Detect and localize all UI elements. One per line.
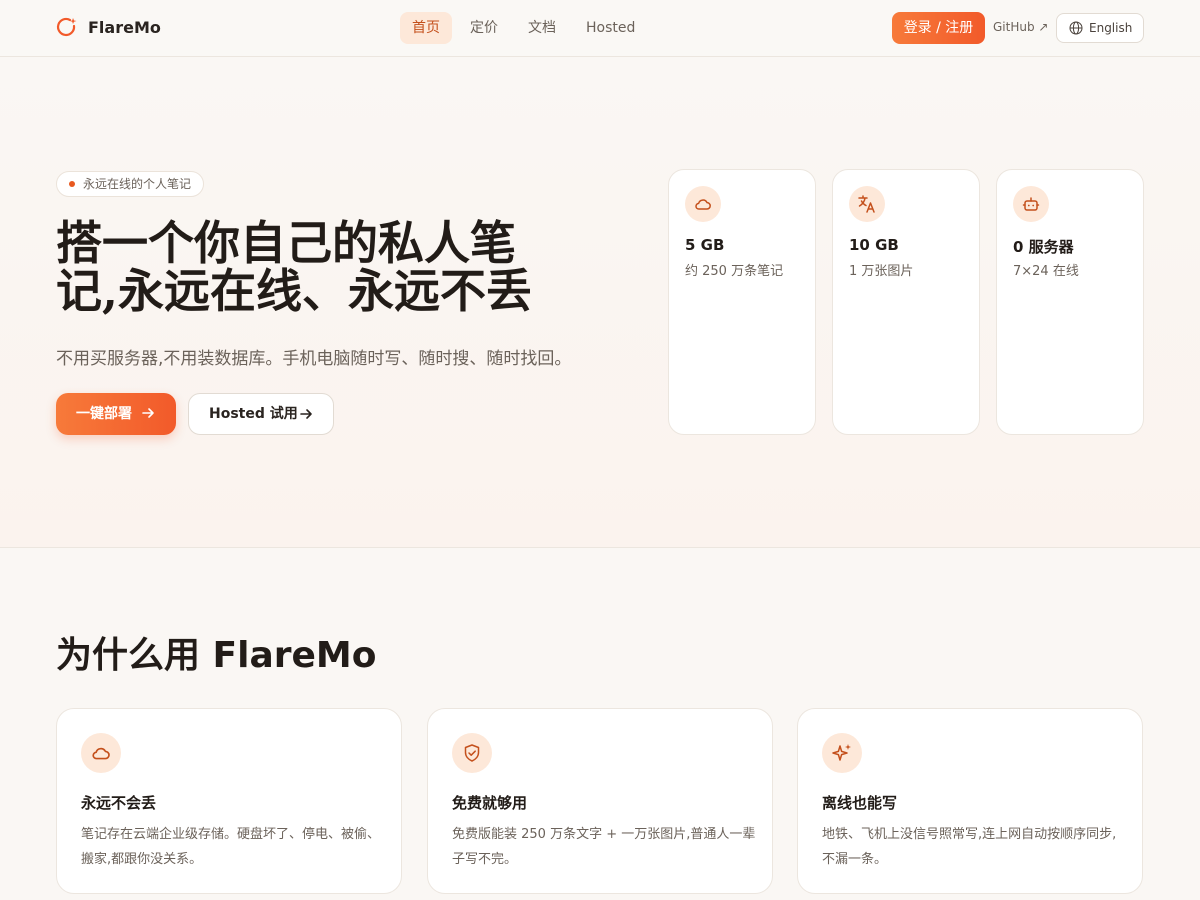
hero-title: 搭一个你自己的私人笔记,永远在线、永远不丢 [56, 216, 533, 318]
deploy-button-label: 一键部署 [76, 406, 132, 422]
arrow-right-icon [142, 408, 154, 418]
language-label: English [1089, 21, 1133, 35]
stat-desc: 7×24 在线 [1013, 264, 1079, 279]
hero-badge-text: 永远在线的个人笔记 [83, 177, 192, 191]
sparkles-icon [822, 733, 862, 773]
nav-item-home[interactable]: 首页 [400, 12, 452, 44]
feature-desc: 免费版能装 250 万条文字 + 一万张图片,普通人一辈子写不完。 [452, 827, 756, 867]
logo-icon [56, 16, 78, 38]
why-section-title: 为什么用 FlareMo [56, 635, 377, 676]
feature-title: 离线也能写 [822, 794, 898, 812]
feature-title: 免费就够用 [452, 794, 528, 812]
cloud-icon [81, 733, 121, 773]
stat-desc: 1 万张图片 [849, 264, 914, 279]
stat-value: 5 GB [685, 236, 725, 254]
globe-icon [1069, 21, 1083, 35]
nav-item-pricing[interactable]: 定价 [458, 12, 510, 44]
language-switcher[interactable]: English [1056, 13, 1144, 43]
stat-desc: 约 250 万条笔记 [685, 264, 784, 279]
feature-title: 永远不会丢 [81, 794, 157, 812]
feature-card-offline: 离线也能写 地铁、飞机上没信号照常写,连上网自动按顺序同步,不漏一条。 [797, 708, 1143, 894]
nav-item-hosted[interactable]: Hosted [574, 12, 647, 44]
stat-value: 10 GB [849, 236, 899, 254]
logo[interactable]: FlareMo [56, 16, 161, 38]
cloud-icon [685, 186, 721, 222]
top-nav-bar: FlareMo 首页 定价 文档 Hosted 登录 / 注册 GitHub ↗… [0, 0, 1200, 57]
logo-text: FlareMo [88, 17, 161, 37]
hero-section: 永远在线的个人笔记 搭一个你自己的私人笔记,永远在线、永远不丢 不用买服务器,不… [0, 57, 1200, 548]
feature-desc: 地铁、飞机上没信号照常写,连上网自动按顺序同步,不漏一条。 [822, 827, 1117, 867]
feature-card-free: 免费就够用 免费版能装 250 万条文字 + 一万张图片,普通人一辈子写不完。 [427, 708, 773, 894]
hosted-trial-button[interactable]: Hosted 试用 [188, 393, 334, 435]
stat-value: 0 服务器 [1013, 238, 1074, 256]
github-link[interactable]: GitHub ↗ [993, 20, 1048, 34]
nav-item-docs[interactable]: 文档 [516, 12, 568, 44]
robot-icon [1013, 186, 1049, 222]
translate-icon [849, 186, 885, 222]
main-nav: 首页 定价 文档 Hosted [400, 12, 647, 44]
feature-desc: 笔记存在云端企业级存储。硬盘坏了、停电、被偷、搬家,都跟你没关系。 [81, 827, 381, 867]
one-click-deploy-button[interactable]: 一键部署 [56, 393, 176, 435]
hosted-button-label: Hosted 试用 [209, 406, 298, 422]
shield-check-icon [452, 733, 492, 773]
stat-card-servers: 0 服务器 7×24 在线 [996, 169, 1144, 435]
hero-badge: 永远在线的个人笔记 [56, 171, 205, 197]
stat-card-storage: 5 GB 约 250 万条笔记 [668, 169, 816, 435]
login-register-button[interactable]: 登录 / 注册 [892, 12, 985, 44]
arrow-right-icon [300, 409, 312, 419]
stat-card-images: 10 GB 1 万张图片 [832, 169, 980, 435]
status-dot-icon [69, 181, 75, 187]
feature-card-never-lost: 永远不会丢 笔记存在云端企业级存储。硬盘坏了、停电、被偷、搬家,都跟你没关系。 [56, 708, 402, 894]
hero-subtitle: 不用买服务器,不用装数据库。手机电脑随时写、随时搜、随时找回。 [56, 349, 572, 369]
